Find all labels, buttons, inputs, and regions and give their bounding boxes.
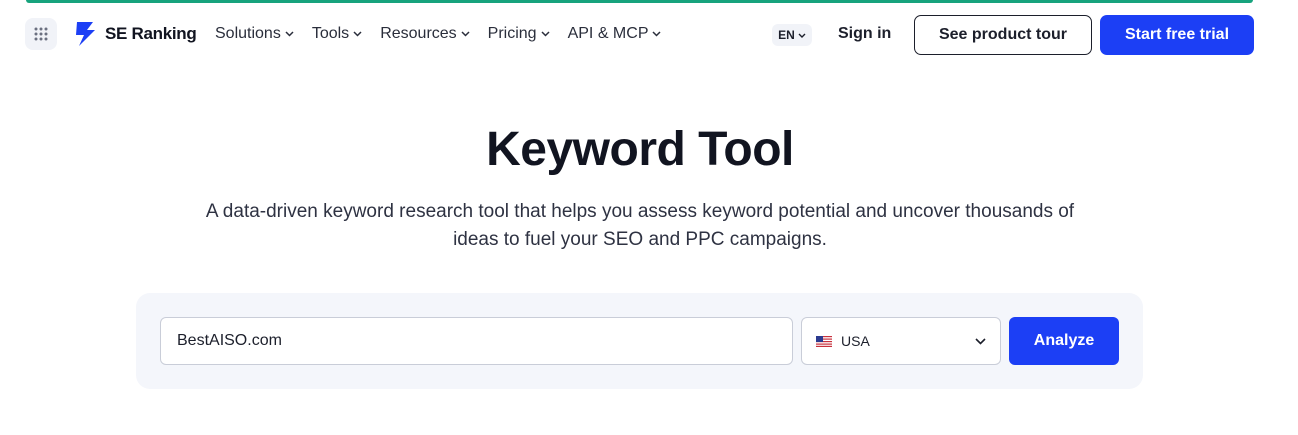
nav-label: API & MCP (567, 25, 649, 42)
country-label: USA (841, 333, 870, 349)
language-label: EN (778, 28, 795, 42)
nav-tools[interactable]: Tools (312, 25, 362, 43)
chevron-down-icon (798, 33, 806, 38)
chevron-down-icon (461, 31, 470, 37)
see-product-tour-button[interactable]: See product tour (914, 15, 1092, 55)
top-accent-bar (26, 0, 1253, 3)
usa-flag-icon (816, 335, 832, 347)
nav-resources[interactable]: Resources (380, 25, 470, 43)
search-input-value: BestAISO.com (177, 332, 282, 349)
nav-pricing[interactable]: Pricing (488, 25, 550, 43)
logo-text: SE Ranking (105, 24, 197, 43)
chevron-down-icon (353, 31, 362, 37)
chevron-down-icon (652, 31, 662, 37)
site-header: SE Ranking Solutions Tools Resources Pri… (0, 14, 1298, 56)
apps-menu-button[interactable] (25, 18, 57, 50)
chevron-down-icon (975, 332, 986, 350)
analyze-button[interactable]: Analyze (1009, 317, 1119, 365)
chevron-down-icon (285, 31, 294, 37)
sign-in-link[interactable]: Sign in (838, 25, 891, 43)
subtitle-line-2: ideas to fuel your SEO and PPC campaigns… (453, 229, 827, 250)
nav-api-mcp[interactable]: API & MCP (568, 25, 662, 43)
apps-grid-icon (34, 27, 48, 41)
language-selector[interactable]: EN (772, 24, 812, 46)
main-nav: Solutions Tools Resources Pricing API & … (215, 25, 679, 43)
nav-label: Solutions (215, 25, 281, 42)
search-panel: BestAISO.com USA Analyze (136, 293, 1143, 389)
start-free-trial-button[interactable]: Start free trial (1100, 15, 1254, 55)
nav-label: Resources (380, 25, 457, 42)
chevron-down-icon (541, 31, 550, 37)
country-select[interactable]: USA (801, 317, 1001, 365)
domain-search-input[interactable]: BestAISO.com (160, 317, 793, 365)
subtitle-line-1: A data-driven keyword research tool that… (205, 201, 1075, 222)
logo[interactable]: SE Ranking (73, 20, 197, 48)
nav-label: Tools (311, 25, 350, 42)
nav-label: Pricing (487, 25, 537, 42)
page-title: Keyword Tool (486, 123, 794, 176)
se-ranking-logo-icon (76, 22, 95, 46)
nav-solutions[interactable]: Solutions (215, 25, 294, 43)
page-subtitle: A data-driven keyword research tool that… (140, 198, 1140, 254)
